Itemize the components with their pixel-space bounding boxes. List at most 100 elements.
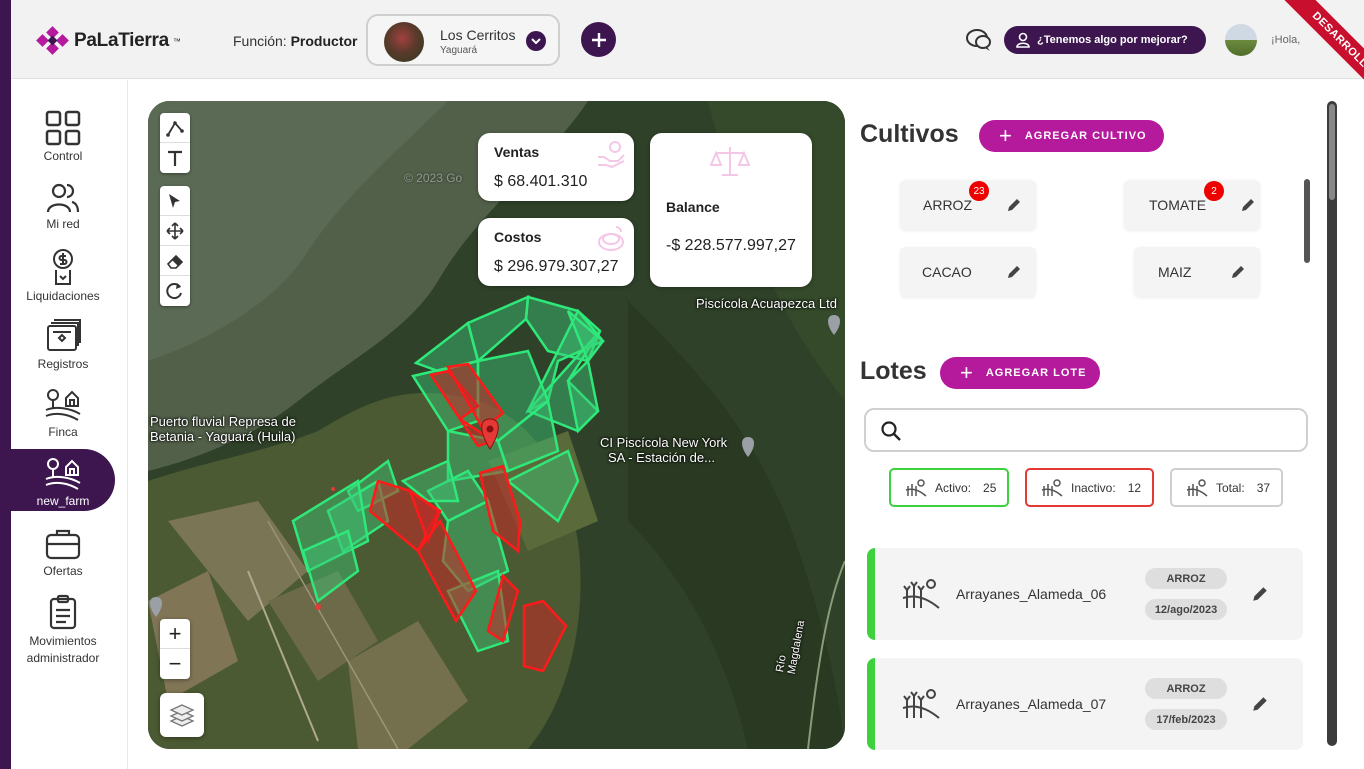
grid-icon <box>45 110 81 146</box>
crop-name: TOMATE <box>1149 197 1207 213</box>
field-polygon-active <box>466 295 530 364</box>
user-avatar[interactable] <box>1225 24 1257 56</box>
pencil-icon[interactable] <box>1230 264 1246 280</box>
page-scrollbar-thumb[interactable] <box>1329 104 1335 200</box>
move-tool[interactable] <box>160 216 190 246</box>
search-input[interactable] <box>912 418 1292 442</box>
ventas-value: $ 68.401.310 <box>494 173 588 190</box>
filter-total[interactable]: Total: 37 <box>1170 468 1283 507</box>
crop-card-maiz[interactable]: MAIZ <box>1134 247 1260 297</box>
sidebar-item-label: Ofertas <box>43 564 83 578</box>
map-label-newyork: CI Piscícola New York SA - Estación de..… <box>600 435 727 465</box>
lot-card[interactable]: Arrayanes_Alameda_07 ARROZ 17/feb/2023 <box>867 658 1303 750</box>
sidebar-item-ofertas[interactable]: Ofertas <box>11 527 115 578</box>
map-label-newyork-line2: SA - Estación de... <box>608 450 715 465</box>
filter-inactivo-label: Inactivo: <box>1071 480 1116 495</box>
add-farm-button[interactable] <box>581 22 616 57</box>
chat-icon[interactable] <box>965 27 993 53</box>
layers-icon <box>169 704 195 727</box>
field-icon <box>1186 478 1208 497</box>
sidebar-item-new-farm[interactable]: new_farm <box>11 455 115 508</box>
lot-name: Arrayanes_Alameda_06 <box>956 586 1107 602</box>
edit-toolbar <box>160 186 190 306</box>
crop-name: MAIZ <box>1158 264 1192 280</box>
filter-activo-label: Activo: <box>935 480 972 495</box>
erase-tool[interactable] <box>160 246 190 276</box>
lot-name: Arrayanes_Alameda_07 <box>956 696 1107 712</box>
ventas-card: Ventas $ 68.401.310 <box>478 133 634 201</box>
lot-date-tag: 17/feb/2023 <box>1145 709 1227 730</box>
records-icon <box>47 319 81 351</box>
move-icon <box>166 221 184 240</box>
crop-card-tomate[interactable]: TOMATE 2 <box>1124 180 1260 230</box>
sidebar-item-liquidaciones[interactable]: Liquidaciones <box>11 248 115 303</box>
crop-card-cacao[interactable]: CACAO <box>900 247 1036 297</box>
feedback-button[interactable]: ¿Tenemos algo por mejorar? <box>1004 26 1206 54</box>
crop-count-badge: 2 <box>1204 181 1224 201</box>
pencil-icon[interactable] <box>1006 197 1022 213</box>
farm-location: Yaguará <box>440 45 478 56</box>
costos-value: $ 296.979.307,27 <box>494 258 619 275</box>
lot-card[interactable]: Arrayanes_Alameda_06 ARROZ 12/ago/2023 <box>867 548 1303 640</box>
sidebar-item-mi-red[interactable]: Mi red <box>11 182 115 231</box>
filter-inactivo-count: 12 <box>1127 480 1142 495</box>
eraser-icon <box>166 254 184 269</box>
farm-selector[interactable]: Los Cerritos Yaguará <box>366 14 560 66</box>
crop-card-arroz[interactable]: ARROZ 23 <box>900 180 1036 230</box>
lot-crop-tag: ARROZ <box>1145 568 1227 589</box>
crops-scrollbar[interactable] <box>1304 179 1310 263</box>
pencil-icon[interactable] <box>1006 264 1022 280</box>
chevron-down-icon[interactable] <box>526 31 546 51</box>
pencil-icon[interactable] <box>1251 585 1269 603</box>
filter-activo[interactable]: Activo: 25 <box>889 468 1009 507</box>
briefcase-icon <box>45 529 81 560</box>
layers-button[interactable] <box>160 693 204 737</box>
sidebar-item-control[interactable]: Control <box>11 110 115 163</box>
lot-date-tag: 12/ago/2023 <box>1145 599 1227 620</box>
draw-line-tool[interactable] <box>160 113 190 143</box>
costos-card: Costos $ 296.979.307,27 <box>478 218 634 286</box>
add-crop-button[interactable]: + AGREGAR CULTIVO <box>979 120 1164 152</box>
add-lot-label: AGREGAR LOTE <box>985 367 1087 379</box>
lot-search[interactable] <box>864 408 1308 452</box>
select-tool[interactable] <box>160 186 190 216</box>
rotate-tool[interactable] <box>160 276 190 306</box>
map-label-puerto-line1: Puerto fluvial Represa de <box>150 414 296 429</box>
sidebar-item-label: Movimientos administrador <box>26 634 100 665</box>
clipboard-icon <box>49 594 77 630</box>
coins-icon <box>598 226 624 251</box>
zoom-out-button[interactable]: − <box>160 649 190 679</box>
users-icon <box>46 183 80 213</box>
money-file-icon <box>53 249 73 285</box>
sidebar-item-label: Finca <box>48 425 78 439</box>
sidebar-item-label: Liquidaciones <box>26 289 100 303</box>
filter-inactivo[interactable]: Inactivo: 12 <box>1025 468 1154 507</box>
field-polygon-inactive <box>522 599 568 673</box>
map-label-newyork-line1: CI Piscícola New York <box>600 435 728 450</box>
sidebar-item-label: Registros <box>37 357 89 371</box>
logo-trademark: ™ <box>172 36 181 46</box>
brand-logo[interactable]: PaLaTierra ™ <box>36 26 181 56</box>
filter-total-count: 37 <box>1256 480 1271 495</box>
sidebar-item-label: new_farm <box>36 494 90 508</box>
sidebar-item-movimientos[interactable]: Movimientos administrador <box>11 594 115 667</box>
crop-count-badge: 23 <box>969 181 989 201</box>
pencil-icon[interactable] <box>1251 695 1269 713</box>
search-icon <box>881 421 901 441</box>
pencil-icon[interactable] <box>1240 197 1256 213</box>
lotes-title: Lotes <box>860 357 927 385</box>
user-icon <box>1016 32 1030 48</box>
zoom-in-button[interactable]: + <box>160 619 190 649</box>
farm-name: Los Cerritos <box>440 27 516 43</box>
filter-total-label: Total: <box>1216 480 1245 495</box>
map-label-puerto-line2: Betania - Yaguará (Huila) <box>150 429 296 444</box>
map-label-acuapezca: Piscícola Acuapezca Ltd <box>696 296 837 311</box>
role-label-text: Función: <box>233 33 287 49</box>
add-lot-button[interactable]: + AGREGAR LOTE <box>940 357 1100 389</box>
text-tool[interactable] <box>160 143 190 173</box>
sidebar-item-finca[interactable]: Finca <box>11 386 115 439</box>
polyline-icon <box>166 120 184 137</box>
farm-map[interactable]: Piscícola Acuapezca Ltd Puerto fluvial R… <box>148 101 845 749</box>
text-icon <box>168 150 182 166</box>
sidebar-item-registros[interactable]: Registros <box>11 318 115 371</box>
